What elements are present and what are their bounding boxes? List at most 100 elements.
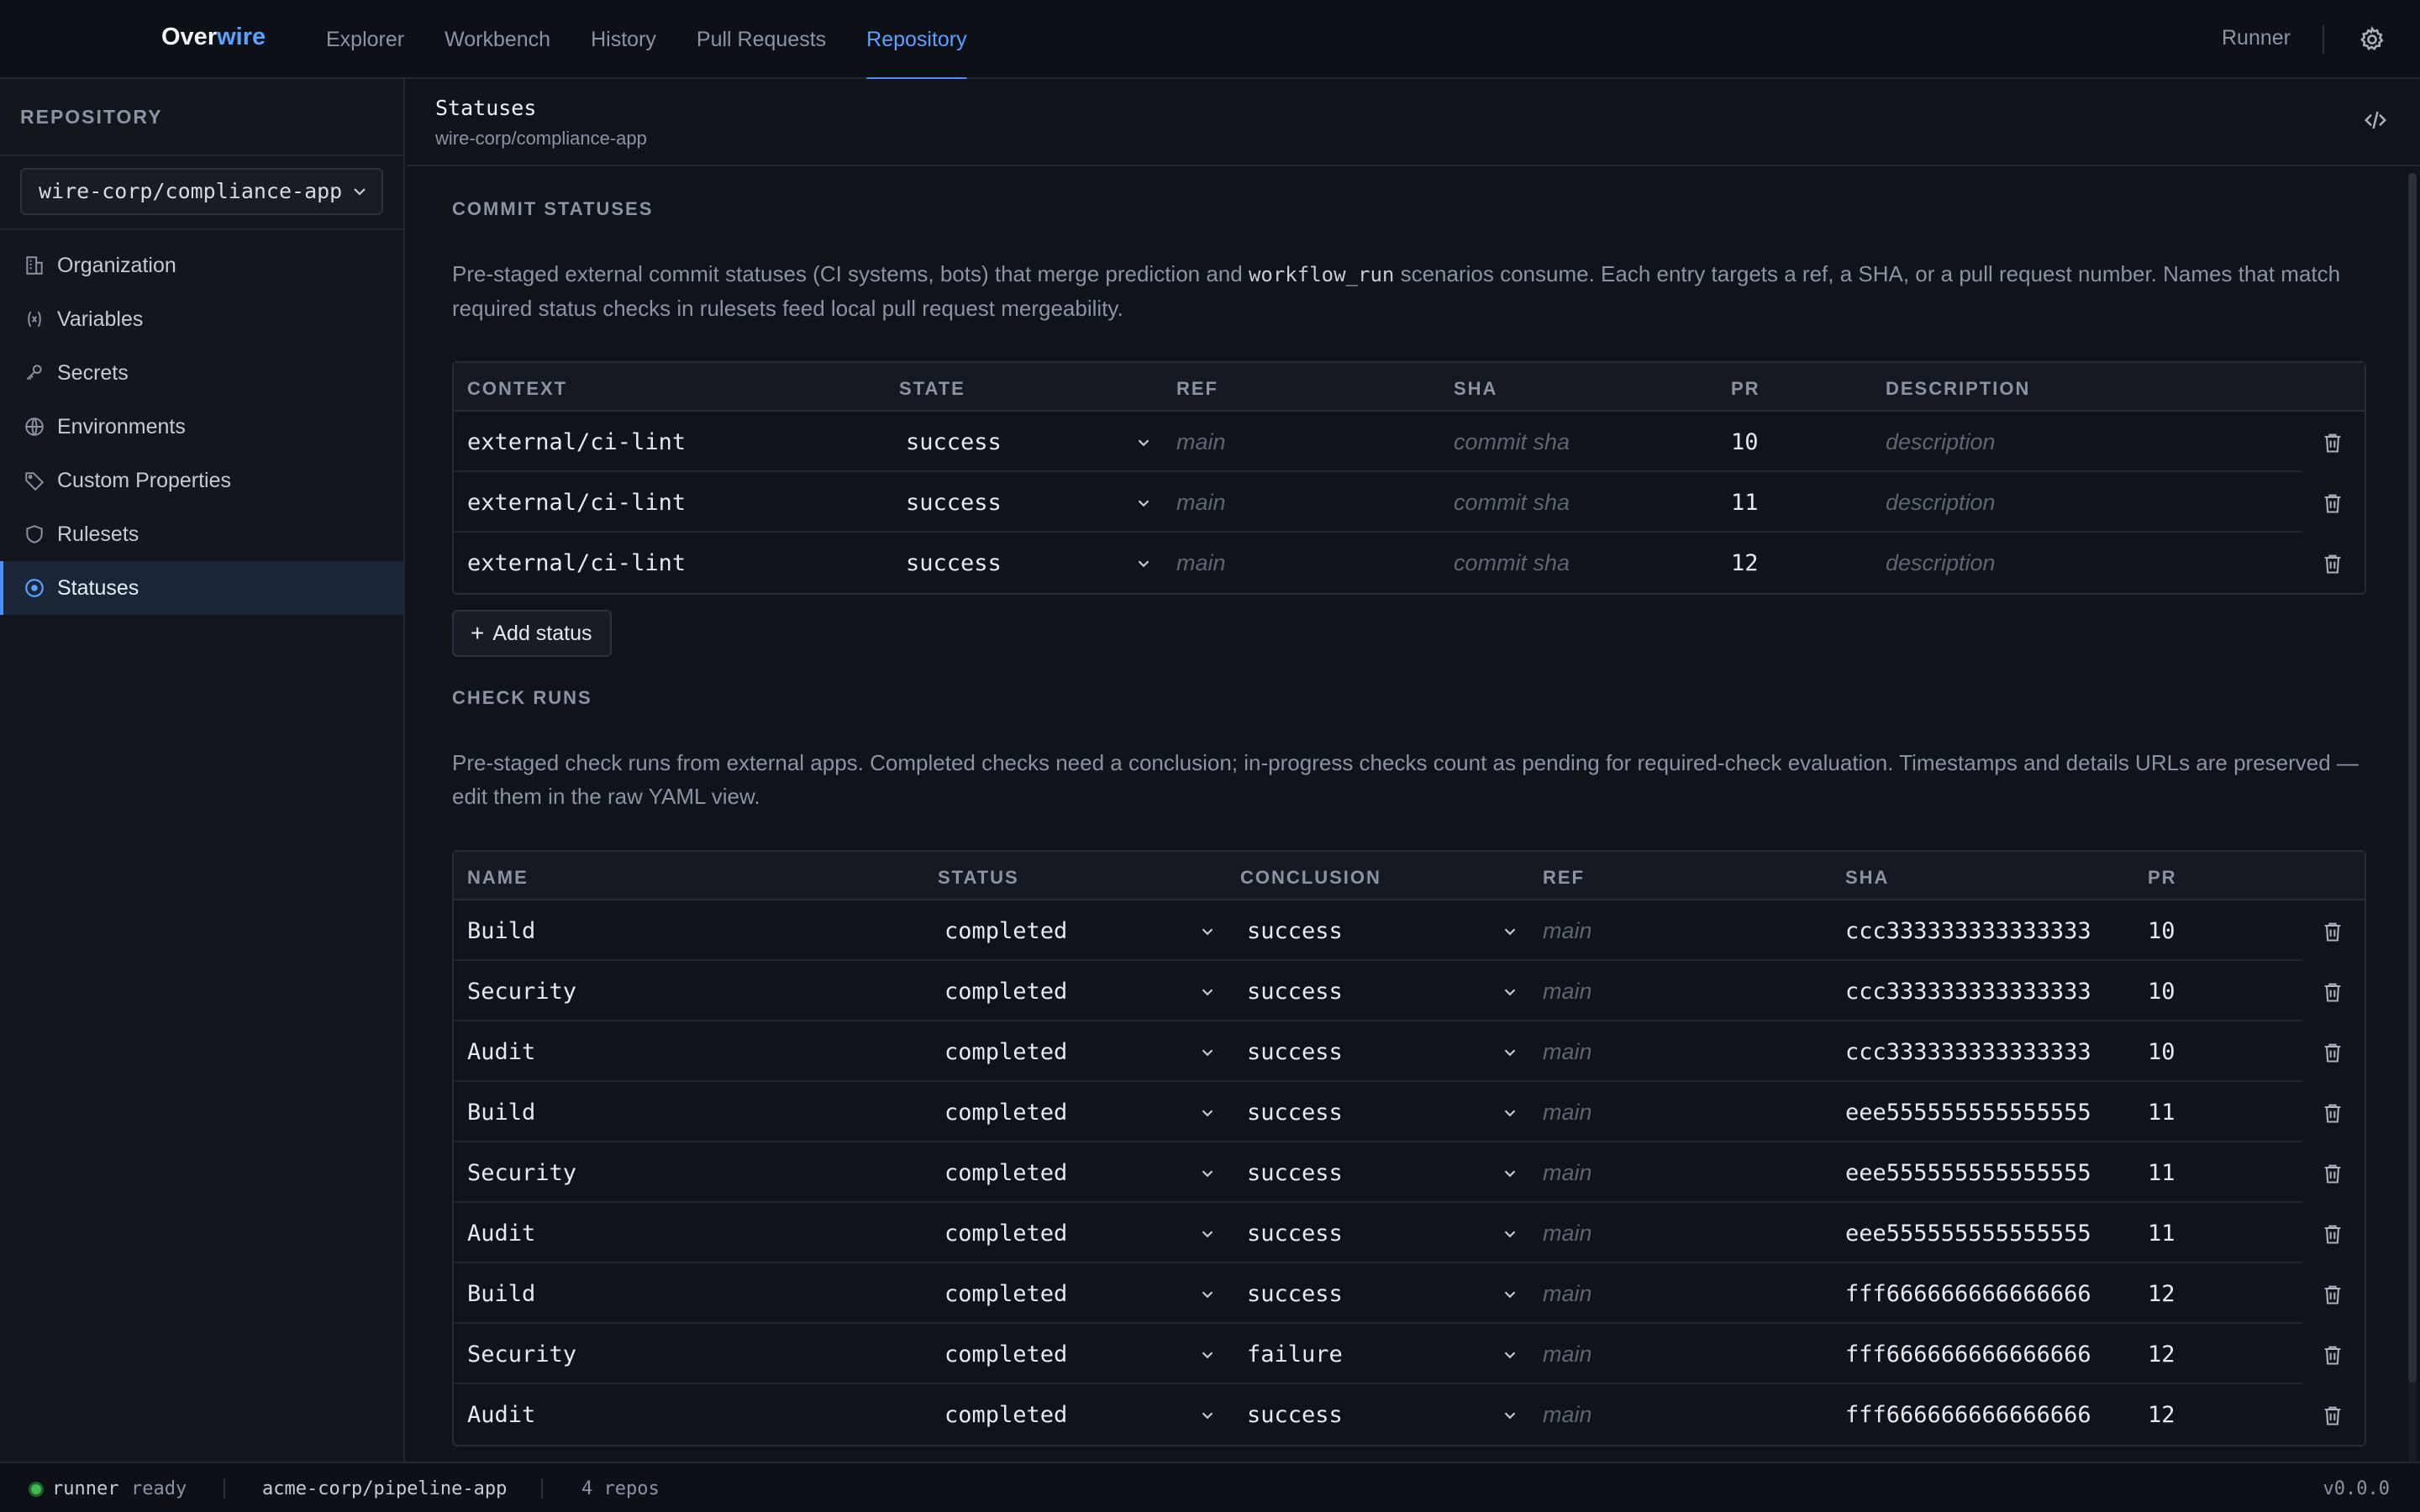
conclusion-select[interactable]: success (1247, 979, 1343, 1005)
sha-input[interactable]: ccc333333333333333 (1845, 979, 2091, 1005)
context-input[interactable]: external/ci-lint (467, 490, 686, 516)
conclusion-select[interactable]: success (1247, 918, 1343, 944)
trash-icon[interactable] (2321, 1221, 2344, 1247)
sidebar-item-rulesets[interactable]: Rulesets (0, 507, 403, 561)
state-select[interactable]: success (906, 490, 1002, 516)
nav-explorer[interactable]: Explorer (326, 0, 404, 79)
brand-logo[interactable]: Overwire (161, 24, 266, 51)
pr-input[interactable]: 11 (1731, 490, 1759, 516)
main-scrollbar[interactable] (2408, 173, 2417, 1467)
name-input[interactable]: Security (467, 1160, 576, 1186)
conclusion-select[interactable]: success (1247, 1160, 1343, 1186)
repo-select[interactable]: wire-corp/compliance-app (20, 168, 383, 215)
ref-input[interactable]: main (1176, 490, 1226, 516)
sidebar-item-organization[interactable]: Organization (0, 239, 403, 292)
gear-icon[interactable] (2358, 25, 2386, 54)
sidebar-item-secrets[interactable]: Secrets (0, 346, 403, 400)
name-input[interactable]: Audit (467, 1221, 535, 1247)
nav-repository[interactable]: Repository (866, 0, 967, 81)
sha-input[interactable]: ccc333333333333333 (1845, 918, 2091, 944)
description-input[interactable]: description (1886, 429, 1996, 455)
sha-input[interactable]: eee555555555555555 (1845, 1160, 2091, 1186)
trash-icon[interactable] (2321, 919, 2344, 944)
pr-input[interactable]: 11 (2148, 1160, 2175, 1186)
ref-input[interactable]: main (1543, 1281, 1592, 1307)
ref-input[interactable]: main (1176, 429, 1226, 455)
sha-input[interactable]: commit sha (1454, 490, 1570, 516)
conclusion-select[interactable]: success (1247, 1281, 1343, 1307)
trash-icon[interactable] (2321, 430, 2344, 455)
pr-input[interactable]: 12 (2148, 1402, 2175, 1428)
add-status-button[interactable]: + Add status (452, 610, 612, 657)
ref-input[interactable]: main (1543, 1402, 1592, 1428)
runner-link[interactable]: Runner (2222, 26, 2291, 50)
name-input[interactable]: Audit (467, 1039, 535, 1065)
pr-input[interactable]: 10 (1731, 429, 1759, 455)
conclusion-select[interactable]: failure (1247, 1341, 1343, 1368)
description-input[interactable]: description (1886, 550, 1996, 576)
name-input[interactable]: Security (467, 1341, 576, 1368)
name-input[interactable]: Build (467, 1281, 535, 1307)
status-select[interactable]: completed (944, 1039, 1067, 1065)
pr-input[interactable]: 12 (2148, 1341, 2175, 1368)
pr-input[interactable]: 12 (1731, 550, 1759, 576)
pr-input[interactable]: 11 (2148, 1221, 2175, 1247)
ref-input[interactable]: main (1543, 979, 1592, 1005)
sidebar-item-environments[interactable]: Environments (0, 400, 403, 454)
trash-icon[interactable] (2321, 551, 2344, 576)
ref-input[interactable]: main (1176, 550, 1226, 576)
ref-input[interactable]: main (1543, 1100, 1592, 1126)
trash-icon[interactable] (2321, 1342, 2344, 1368)
trash-icon[interactable] (2321, 979, 2344, 1005)
pr-input[interactable]: 10 (2148, 1039, 2175, 1065)
context-input[interactable]: external/ci-lint (467, 429, 686, 455)
name-input[interactable]: Build (467, 918, 535, 944)
context-input[interactable]: external/ci-lint (467, 550, 686, 576)
state-select[interactable]: success (906, 429, 1002, 455)
sha-input[interactable]: fff666666666666666 (1845, 1281, 2091, 1307)
sidebar-item-variables[interactable]: Variables (0, 292, 403, 346)
status-select[interactable]: completed (944, 979, 1067, 1005)
sidebar-item-custom-properties[interactable]: Custom Properties (0, 454, 403, 507)
sha-input[interactable]: fff666666666666666 (1845, 1341, 2091, 1368)
trash-icon[interactable] (2321, 1403, 2344, 1428)
sha-input[interactable]: commit sha (1454, 550, 1570, 576)
sha-input[interactable]: commit sha (1454, 429, 1570, 455)
status-select[interactable]: completed (944, 1100, 1067, 1126)
sidebar-item-statuses[interactable]: Statuses (0, 561, 403, 615)
ref-input[interactable]: main (1543, 1160, 1592, 1186)
status-select[interactable]: completed (944, 1281, 1067, 1307)
nav-workbench[interactable]: Workbench (445, 0, 550, 79)
name-input[interactable]: Audit (467, 1402, 535, 1428)
name-input[interactable]: Build (467, 1100, 535, 1126)
pr-input[interactable]: 11 (2148, 1100, 2175, 1126)
sha-input[interactable]: eee555555555555555 (1845, 1221, 2091, 1247)
ref-input[interactable]: main (1543, 918, 1592, 944)
pr-input[interactable]: 10 (2148, 918, 2175, 944)
ref-input[interactable]: main (1543, 1341, 1592, 1368)
status-select[interactable]: completed (944, 1402, 1067, 1428)
conclusion-select[interactable]: success (1247, 1100, 1343, 1126)
status-select[interactable]: completed (944, 1221, 1067, 1247)
trash-icon[interactable] (2321, 491, 2344, 516)
conclusion-select[interactable]: success (1247, 1402, 1343, 1428)
ref-input[interactable]: main (1543, 1221, 1592, 1247)
statusbar-repo[interactable]: acme-corp/pipeline-app (262, 1478, 507, 1499)
trash-icon[interactable] (2321, 1100, 2344, 1126)
sha-input[interactable]: ccc333333333333333 (1845, 1039, 2091, 1065)
trash-icon[interactable] (2321, 1040, 2344, 1065)
ref-input[interactable]: main (1543, 1039, 1592, 1065)
sha-input[interactable]: fff666666666666666 (1845, 1402, 2091, 1428)
conclusion-select[interactable]: success (1247, 1221, 1343, 1247)
status-select[interactable]: completed (944, 1160, 1067, 1186)
name-input[interactable]: Security (467, 979, 576, 1005)
code-view-icon[interactable] (2361, 108, 2390, 133)
conclusion-select[interactable]: success (1247, 1039, 1343, 1065)
scrollbar-thumb[interactable] (2408, 173, 2417, 1383)
description-input[interactable]: description (1886, 490, 1996, 516)
trash-icon[interactable] (2321, 1282, 2344, 1307)
status-select[interactable]: completed (944, 1341, 1067, 1368)
trash-icon[interactable] (2321, 1161, 2344, 1186)
pr-input[interactable]: 12 (2148, 1281, 2175, 1307)
nav-history[interactable]: History (591, 0, 656, 79)
